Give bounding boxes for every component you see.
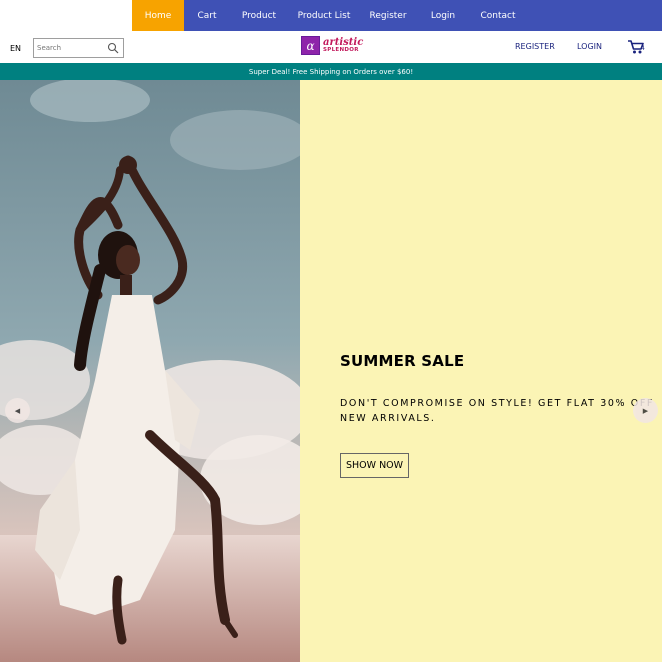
register-link[interactable]: REGISTER [515,42,555,51]
brand-logo[interactable]: α artistic SPLENDOR [301,36,363,55]
top-nav-bar: Home Cart Product Product List Register … [132,0,662,31]
login-link[interactable]: LOGIN [577,42,602,51]
nav-item-register[interactable]: Register [360,0,416,31]
language-selector[interactable]: EN [10,44,21,53]
site-header: EN α artistic SPLENDOR REGISTER LOGIN 4 [0,31,662,63]
slide-description: DON'T COMPROMISE ON STYLE! GET FLAT 30% … [340,396,662,426]
slider-next-arrow[interactable]: ▶ [633,398,658,423]
arrow-right-icon: ▶ [642,406,649,415]
nav-item-contact[interactable]: Contact [470,0,526,31]
search-input[interactable] [37,44,105,52]
announcement-bar: Super Deal! Free Shipping on Orders over… [0,63,662,80]
hero-slider: SUMMER SALE DON'T COMPROMISE ON STYLE! G… [0,80,662,662]
search-box [33,38,124,58]
nav-item-product-list[interactable]: Product List [288,0,360,31]
search-icon[interactable] [107,42,119,54]
top-navigation: Home Cart Product Product List Register … [0,0,662,31]
slider-prev-arrow[interactable]: ◀ [5,398,30,423]
slide-title: SUMMER SALE [340,352,465,370]
cart-badge: 4 [641,45,645,52]
nav-item-home[interactable]: Home [132,0,184,31]
slide-description-line-1: DON'T COMPROMISE ON STYLE! GET FLAT 30% … [340,398,654,409]
logo-sub-text: SPLENDOR [323,46,359,53]
nav-item-cart[interactable]: Cart [184,0,230,31]
slide-image-woman-white-dress [0,80,300,662]
logo-text: artistic SPLENDOR [323,37,363,54]
nav-item-login[interactable]: Login [416,0,470,31]
slide-info: SUMMER SALE DON'T COMPROMISE ON STYLE! G… [340,352,662,478]
nav-item-product[interactable]: Product [230,0,288,31]
logo-mark: α [301,36,320,55]
show-now-button[interactable]: SHOW NOW [340,453,410,478]
slide-description-line-2: NEW ARRIVALS. [340,413,436,424]
arrow-left-icon: ◀ [14,406,21,415]
